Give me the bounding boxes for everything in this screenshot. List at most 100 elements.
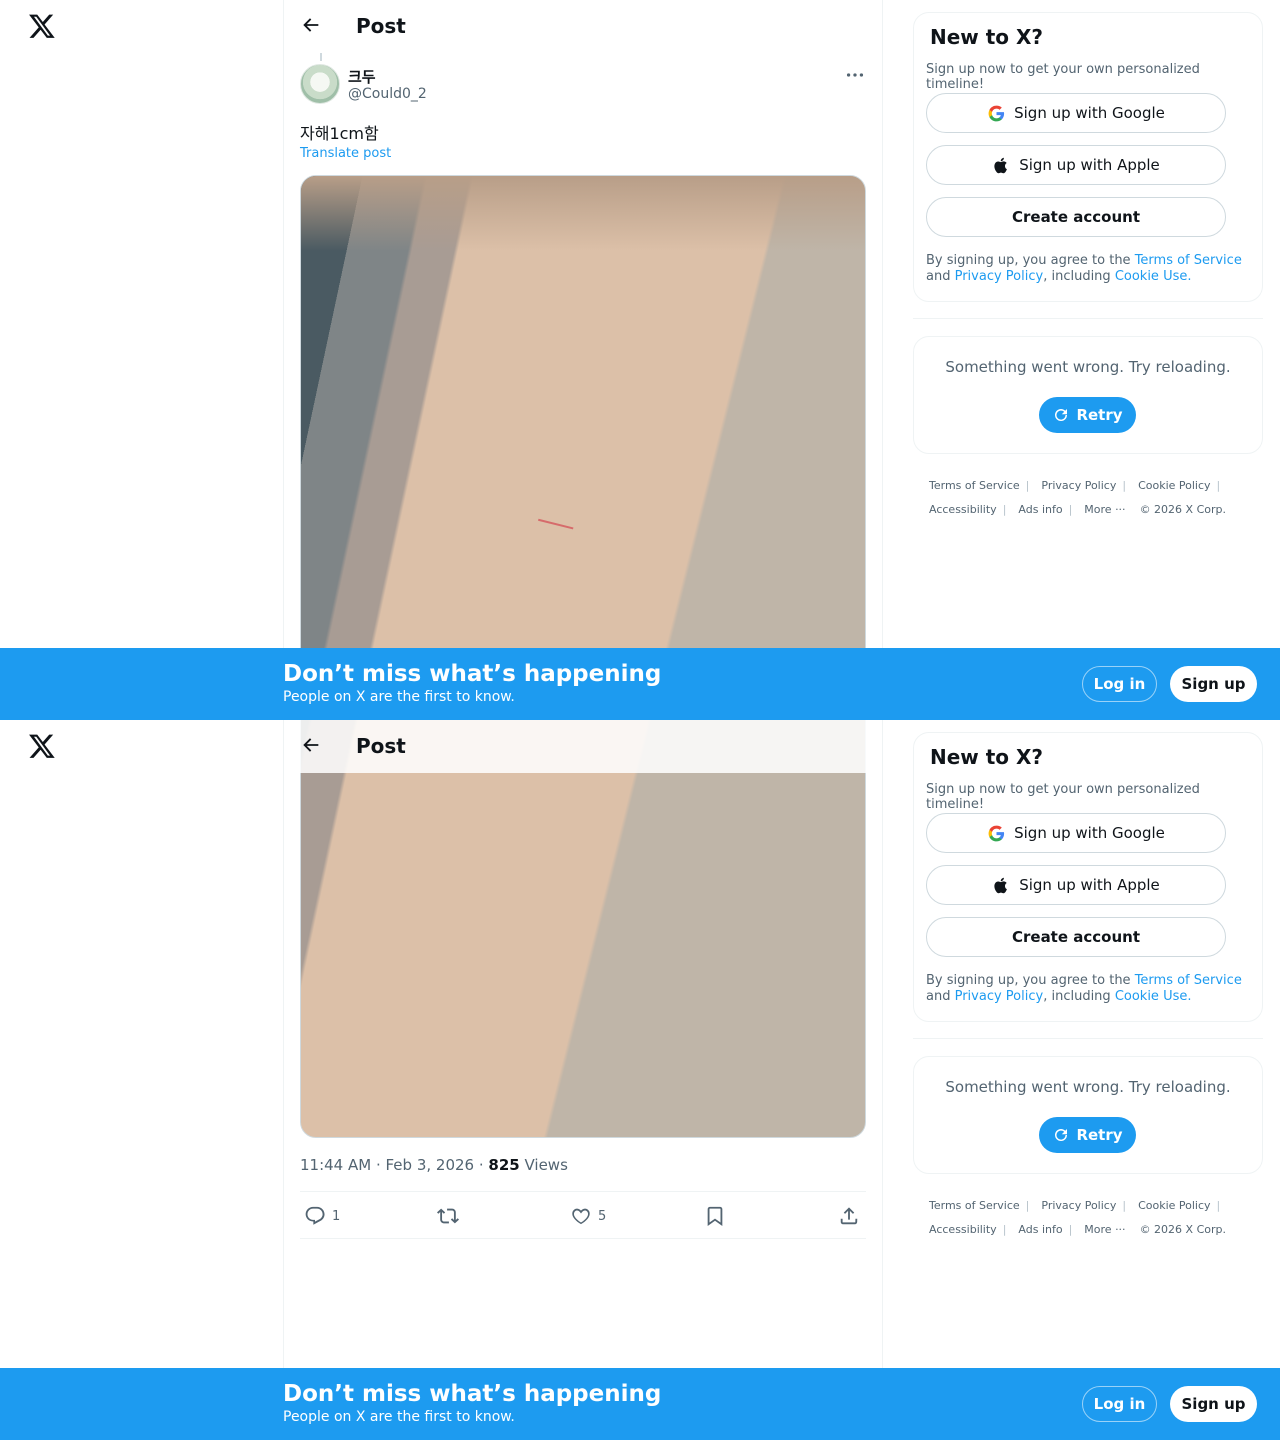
back-arrow-icon[interactable] <box>300 14 322 36</box>
post-image[interactable] <box>300 720 866 1138</box>
signup-terms: By signing up, you agree to the Terms of… <box>926 253 1242 284</box>
like-button[interactable]: 5 <box>570 1205 606 1227</box>
signup-terms: By signing up, you agree to the Terms of… <box>926 973 1242 1004</box>
signup-subtitle: Sign up now to get your own personalized… <box>926 62 1200 92</box>
page-title: Post <box>356 14 406 38</box>
footer-ads[interactable]: Ads info <box>1018 503 1062 516</box>
like-count: 5 <box>598 1208 607 1224</box>
post-header: Post <box>284 0 882 53</box>
signup-banner: Don’t miss what’s happening People on X … <box>0 648 1280 720</box>
sidebar-divider <box>913 1038 1263 1039</box>
banner-signup-button[interactable]: Sign up <box>1170 1386 1257 1422</box>
footer-privacy[interactable]: Privacy Policy <box>1041 479 1116 492</box>
footer-ads[interactable]: Ads info <box>1018 1223 1062 1236</box>
banner-login-button[interactable]: Log in <box>1082 1386 1157 1422</box>
viewport-top: Post 크두 @Could0_2 자해1cm함 Translate post … <box>0 0 1280 720</box>
post-meta: 11:44 AM · Feb 3, 2026 · 825 Views <box>300 1156 568 1174</box>
reply-icon <box>305 1206 325 1225</box>
like-icon <box>572 1208 590 1225</box>
cookie-link[interactable]: Cookie Use. <box>1115 989 1192 1004</box>
retry-icon <box>1055 1129 1068 1141</box>
bookmark-button[interactable] <box>704 1205 726 1227</box>
signup-apple-button[interactable]: Sign up with Apple <box>926 145 1226 185</box>
avatar[interactable] <box>300 64 340 104</box>
banner-headline: Don’t miss what’s happening <box>283 661 662 687</box>
x-logo-icon[interactable] <box>28 732 56 760</box>
footer-links: Terms of Service | Privacy Policy | Cookie P… <box>929 1199 1226 1236</box>
share-button[interactable] <box>838 1205 860 1227</box>
reply-count: 1 <box>332 1208 341 1224</box>
signup-google-label: Sign up with Google <box>1014 104 1165 122</box>
repost-icon <box>437 1208 459 1224</box>
error-card: Something went wrong. Try reloading. Ret… <box>913 1056 1263 1174</box>
privacy-link[interactable]: Privacy Policy <box>955 269 1044 284</box>
post-timestamp[interactable]: 11:44 AM · Feb 3, 2026 · <box>300 1156 488 1174</box>
post-header: Post <box>284 720 882 773</box>
footer-accessibility[interactable]: Accessibility <box>929 503 997 516</box>
footer-links: Terms of Service | Privacy Policy | Cookie P… <box>929 479 1226 516</box>
footer-copyright: © 2026 X Corp. <box>1139 503 1226 516</box>
post-image[interactable] <box>300 175 866 720</box>
views-count: 825 <box>488 1156 520 1174</box>
retry-button[interactable]: Retry <box>1039 397 1136 433</box>
terms-link[interactable]: Terms of Service <box>1135 253 1242 268</box>
banner-subline: People on X are the first to know. <box>283 1409 515 1425</box>
banner-signup-button[interactable]: Sign up <box>1170 666 1257 702</box>
footer-terms[interactable]: Terms of Service <box>929 479 1020 492</box>
signup-banner: Don’t miss what’s happening People on X … <box>0 1368 1280 1440</box>
repost-button[interactable] <box>437 1205 459 1227</box>
post-text: 자해1cm함 <box>300 124 379 143</box>
cookie-link[interactable]: Cookie Use. <box>1115 269 1192 284</box>
signup-apple-label: Sign up with Apple <box>1019 156 1160 174</box>
footer-more[interactable]: More ··· <box>1084 503 1125 516</box>
terms-link[interactable]: Terms of Service <box>1135 973 1242 988</box>
signup-card: New to X? Sign up now to get your own pe… <box>913 732 1263 1022</box>
footer-more[interactable]: More ··· <box>1084 1223 1125 1236</box>
footer-terms[interactable]: Terms of Service <box>929 1199 1020 1212</box>
viewport-bottom: Post 11:44 AM · Feb 3, 2026 · 825 Views … <box>0 720 1280 1440</box>
post-actions: 1 5 <box>300 1191 866 1239</box>
primary-column: Post 11:44 AM · Feb 3, 2026 · 825 Views … <box>283 720 883 1440</box>
bookmark-icon <box>707 1206 723 1226</box>
reply-button[interactable]: 1 <box>304 1205 340 1227</box>
back-arrow-icon[interactable] <box>300 734 322 756</box>
retry-button[interactable]: Retry <box>1039 1117 1136 1153</box>
footer-cookie[interactable]: Cookie Policy <box>1138 479 1210 492</box>
footer-copyright: © 2026 X Corp. <box>1139 1223 1226 1236</box>
error-card: Something went wrong. Try reloading. Ret… <box>913 336 1263 454</box>
signup-title: New to X? <box>930 25 1044 49</box>
signup-card: New to X? Sign up now to get your own pe… <box>913 12 1263 302</box>
google-icon <box>988 825 1005 841</box>
footer-cookie[interactable]: Cookie Policy <box>1138 1199 1210 1212</box>
signup-apple-button[interactable]: Sign up with Apple <box>926 865 1226 905</box>
translate-post-link[interactable]: Translate post <box>300 146 391 161</box>
signup-subtitle: Sign up now to get your own personalized… <box>926 782 1200 812</box>
page-title: Post <box>356 734 406 758</box>
create-account-button[interactable]: Create account <box>926 917 1226 957</box>
apple-icon <box>994 877 1008 893</box>
google-icon <box>988 105 1005 121</box>
error-message: Something went wrong. Try reloading. <box>945 358 1231 376</box>
x-logo-icon[interactable] <box>28 12 56 40</box>
signup-google-label: Sign up with Google <box>1014 824 1165 842</box>
banner-subline: People on X are the first to know. <box>283 689 515 705</box>
apple-icon <box>994 157 1008 173</box>
share-icon <box>840 1207 858 1225</box>
error-message: Something went wrong. Try reloading. <box>945 1078 1231 1096</box>
author-display-name[interactable]: 크두 <box>348 66 376 87</box>
privacy-link[interactable]: Privacy Policy <box>955 989 1044 1004</box>
thread-line <box>320 53 322 61</box>
banner-headline: Don’t miss what’s happening <box>283 1381 662 1407</box>
footer-privacy[interactable]: Privacy Policy <box>1041 1199 1116 1212</box>
author-handle[interactable]: @Could0_2 <box>348 86 427 102</box>
retry-icon <box>1055 409 1068 421</box>
primary-column: Post 크두 @Could0_2 자해1cm함 Translate post <box>283 0 883 720</box>
create-account-button[interactable]: Create account <box>926 197 1226 237</box>
signup-google-button[interactable]: Sign up with Google <box>926 813 1226 853</box>
signup-google-button[interactable]: Sign up with Google <box>926 93 1226 133</box>
footer-accessibility[interactable]: Accessibility <box>929 1223 997 1236</box>
signup-apple-label: Sign up with Apple <box>1019 876 1160 894</box>
more-icon[interactable] <box>844 64 866 86</box>
sidebar-divider <box>913 318 1263 319</box>
banner-login-button[interactable]: Log in <box>1082 666 1157 702</box>
